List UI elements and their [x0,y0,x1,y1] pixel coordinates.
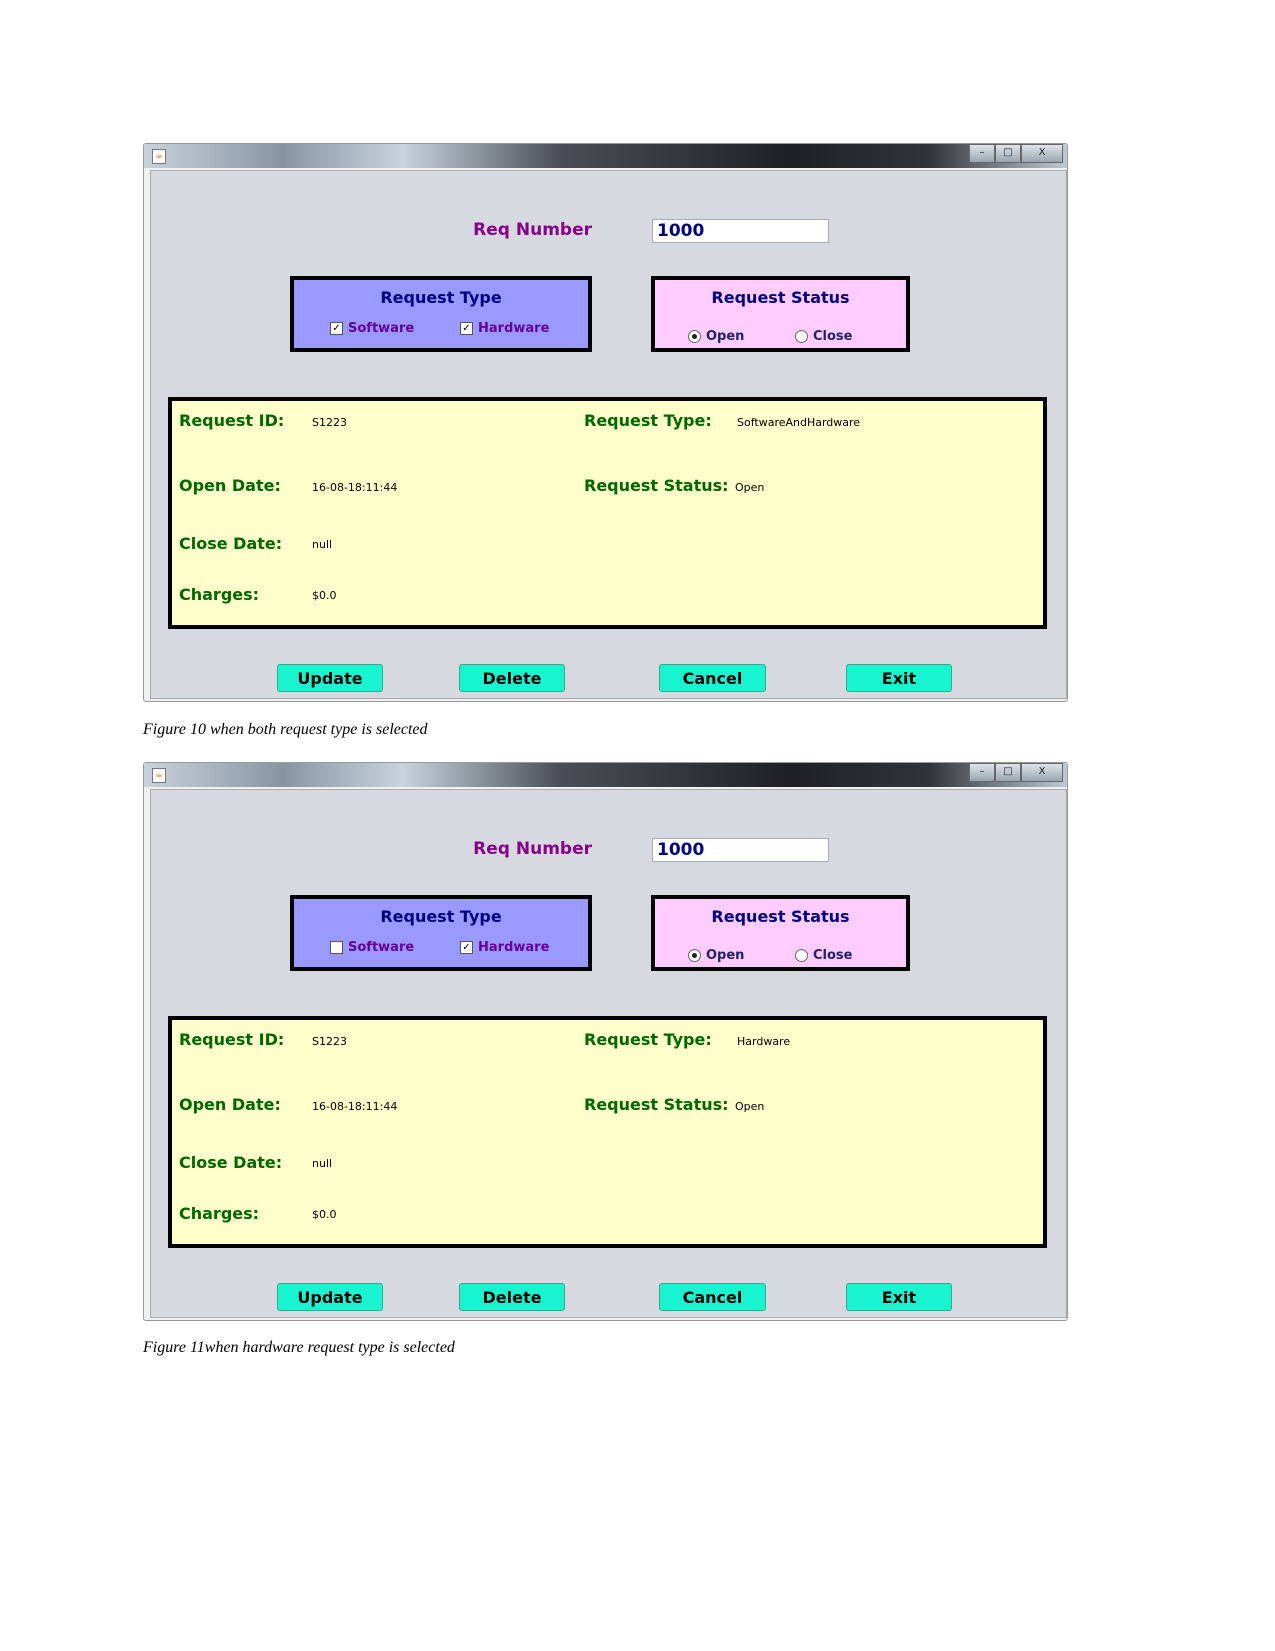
request-status-label: Request Status: [584,476,729,495]
close-date-label: Close Date: [179,534,283,553]
close-button[interactable]: X [1021,144,1063,163]
update-button[interactable]: Update [277,664,383,692]
exit-button[interactable]: Exit [846,1283,952,1311]
request-type-group: Request Type Software ✓ Hardware [290,895,592,971]
hardware-label: Hardware [478,321,550,336]
request-type-value: Hardware [737,1035,791,1048]
close-label: Close [813,948,853,963]
update-button[interactable]: Update [277,1283,383,1311]
open-date-value: 16-08-18:11:44 [312,1100,398,1113]
close-label: Close [813,329,853,344]
request-type-title: Request Type [380,288,502,307]
checkbox-icon: ✓ [460,322,473,335]
content-panel: Req Number 1000 Request Type Software ✓ … [150,789,1067,1318]
maximize-button[interactable]: □ [995,144,1021,163]
request-details-panel: Request ID: S1223 Open Date: 16-08-18:11… [168,1016,1047,1248]
cancel-button[interactable]: Cancel [659,664,766,692]
request-id-label: Request ID: [179,411,285,430]
open-radio[interactable]: Open [688,948,744,963]
request-status-group: Request Status Open Close [651,895,910,971]
delete-button[interactable]: Delete [459,664,565,692]
maximize-button[interactable]: □ [995,763,1021,782]
minimize-button[interactable]: – [969,144,995,163]
software-label: Software [348,321,415,336]
app-window: ☕ – □ X Req Number 1000 Request Type ✓ S… [143,143,1068,702]
request-details-panel: Request ID: S1223 Open Date: 16-08-18:11… [168,397,1047,629]
req-number-input[interactable]: 1000 [652,219,829,243]
software-checkbox[interactable]: ✓ Software [330,321,414,336]
open-date-value: 16-08-18:11:44 [312,481,398,494]
hardware-checkbox[interactable]: ✓ Hardware [460,940,549,955]
radio-icon [688,949,701,962]
req-number-input[interactable]: 1000 [652,838,829,862]
exit-button[interactable]: Exit [846,664,952,692]
open-date-label: Open Date: [179,1095,281,1114]
close-button[interactable]: X [1021,763,1063,782]
request-id-value: S1223 [312,416,347,429]
charges-value: $0.0 [312,1208,337,1221]
checkbox-icon: ✓ [330,322,343,335]
request-status-label: Request Status: [584,1095,729,1114]
request-type-label: Request Type: [584,411,712,430]
radio-icon [795,330,808,343]
radio-icon [795,949,808,962]
request-type-group: Request Type ✓ Software ✓ Hardware [290,276,592,352]
title-bar[interactable]: ☕ – □ X [144,763,1067,787]
checkbox-icon [330,941,343,954]
radio-icon [688,330,701,343]
request-status-title: Request Status [711,288,850,307]
request-status-group: Request Status Open Close [651,276,910,352]
charges-value: $0.0 [312,589,337,602]
app-window: ☕ – □ X Req Number 1000 Request Type Sof… [143,762,1068,1321]
close-radio[interactable]: Close [795,948,852,963]
close-date-value: null [312,1157,333,1170]
request-type-title: Request Type [380,907,502,926]
close-radio[interactable]: Close [795,329,852,344]
open-label: Open [706,948,745,963]
software-label: Software [348,940,415,955]
req-number-label: Req Number [473,220,592,240]
request-status-title: Request Status [711,907,850,926]
java-app-icon: ☕ [152,768,166,783]
java-app-icon: ☕ [152,149,166,164]
request-id-label: Request ID: [179,1030,285,1049]
figure-caption: Figure 11when hardware request type is s… [143,1339,455,1356]
open-date-label: Open Date: [179,476,281,495]
request-type-value: SoftwareAndHardware [737,416,861,429]
close-date-value: null [312,538,333,551]
figure-caption: Figure 10 when both request type is sele… [143,721,428,738]
close-date-label: Close Date: [179,1153,283,1172]
hardware-checkbox[interactable]: ✓ Hardware [460,321,549,336]
checkbox-icon: ✓ [460,941,473,954]
charges-label: Charges: [179,585,260,604]
minimize-button[interactable]: – [969,763,995,782]
request-type-label: Request Type: [584,1030,712,1049]
request-id-value: S1223 [312,1035,347,1048]
req-number-label: Req Number [473,839,592,859]
request-status-value: Open [735,481,765,494]
cancel-button[interactable]: Cancel [659,1283,766,1311]
charges-label: Charges: [179,1204,260,1223]
software-checkbox[interactable]: Software [330,940,414,955]
open-radio[interactable]: Open [688,329,744,344]
content-panel: Req Number 1000 Request Type ✓ Software … [150,170,1067,699]
open-label: Open [706,329,745,344]
request-status-value: Open [735,1100,765,1113]
title-bar[interactable]: ☕ – □ X [144,144,1067,168]
delete-button[interactable]: Delete [459,1283,565,1311]
hardware-label: Hardware [478,940,550,955]
